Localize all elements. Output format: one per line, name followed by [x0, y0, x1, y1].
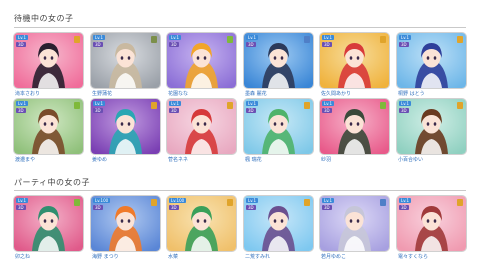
- level-badge: Lv.1: [246, 35, 259, 40]
- girl-name-link[interactable]: 二荒すみれ: [245, 253, 270, 260]
- girl-name-link[interactable]: 佐久間あかり: [321, 90, 351, 97]
- mode-badge: 3D: [16, 42, 26, 47]
- mode-badge: 3D: [399, 108, 409, 113]
- mode-badge: 3D: [93, 42, 103, 47]
- level-badge: Lv.1: [16, 101, 29, 106]
- type-icon: [380, 36, 386, 43]
- level-badge: Lv.1: [322, 35, 335, 40]
- girl-name-link[interactable]: 菅名ネネ: [168, 156, 188, 163]
- mode-badge: 3D: [322, 205, 332, 210]
- girl-name-link[interactable]: 生野蒲花: [92, 90, 112, 97]
- type-icon: [74, 36, 80, 43]
- mode-badge: 3D: [16, 205, 26, 210]
- girl-name-link[interactable]: 楓 瑞花: [245, 156, 262, 163]
- mode-badge: 3D: [93, 108, 103, 113]
- mode-badge: 3D: [322, 42, 332, 47]
- girl-name-link[interactable]: 水菜: [168, 253, 178, 260]
- girl-name-link[interactable]: 桐野 はとう: [398, 90, 425, 97]
- mode-badge: 3D: [169, 108, 179, 113]
- level-badge: Lv.1: [322, 101, 335, 106]
- mode-badge: 3D: [16, 108, 26, 113]
- mode-badge: 3D: [399, 42, 409, 47]
- mode-badge: 3D: [246, 42, 256, 47]
- level-badge: Lv.1: [246, 198, 259, 203]
- girl-card[interactable]: Lv.100 3D: [167, 196, 236, 251]
- girl-card[interactable]: Lv.100 3D: [91, 196, 160, 251]
- girl-card[interactable]: Lv.1 3D: [14, 196, 83, 251]
- girl-card[interactable]: Lv.1 3D: [397, 99, 466, 154]
- type-icon: [74, 102, 80, 109]
- level-badge: Lv.1: [169, 35, 182, 40]
- level-badge: Lv.1: [93, 101, 106, 106]
- party-girls-grid: Lv.1 3D 卯之ね Lv.100 3D 海野 まつり Lv.100 3D 水菜 Lv.1 3D 二…: [14, 196, 466, 262]
- girl-card[interactable]: Lv.1 3D: [244, 99, 313, 154]
- mode-badge: 3D: [169, 42, 179, 47]
- girl-name-link[interactable]: 海野 まつり: [92, 253, 119, 260]
- type-icon: [151, 199, 157, 206]
- mode-badge: 3D: [169, 205, 179, 210]
- type-icon: [74, 199, 80, 206]
- waiting-section-divider: [14, 27, 466, 28]
- level-badge: Lv.1: [399, 198, 412, 203]
- level-badge: Lv.1: [16, 35, 29, 40]
- level-badge: Lv.1: [93, 35, 106, 40]
- girl-name-link[interactable]: 滝本さおり: [15, 90, 40, 97]
- waiting-girls-grid: Lv.1 3D 滝本さおり Lv.1 3D 生野蒲花 Lv.1 3D 花園なな Lv.1 3D 墨森 …: [14, 33, 466, 165]
- party-section-divider: [14, 190, 466, 191]
- party-section-title: パーティ中の女の子: [14, 178, 91, 187]
- girl-card[interactable]: Lv.1 3D: [14, 33, 83, 88]
- type-icon: [457, 199, 463, 206]
- girl-card[interactable]: Lv.1 3D: [167, 33, 236, 88]
- girl-card[interactable]: Lv.1 3D: [397, 196, 466, 251]
- type-icon: [457, 36, 463, 43]
- girl-name-link[interactable]: 小百合ゆい: [398, 156, 423, 163]
- girl-name-link[interactable]: 若月ゆめこ: [321, 253, 346, 260]
- level-badge: Lv.1: [169, 101, 182, 106]
- girl-card[interactable]: Lv.1 3D: [91, 33, 160, 88]
- type-icon: [227, 199, 233, 206]
- type-icon: [227, 102, 233, 109]
- girl-card[interactable]: Lv.1 3D: [167, 99, 236, 154]
- mode-badge: 3D: [322, 108, 332, 113]
- type-icon: [304, 199, 310, 206]
- girl-card[interactable]: Lv.1 3D: [244, 33, 313, 88]
- level-badge: Lv.100: [169, 198, 187, 203]
- waiting-section-title: 待機中の女の子: [14, 14, 74, 23]
- type-icon: [380, 102, 386, 109]
- level-badge: Lv.1: [399, 35, 412, 40]
- girl-card[interactable]: Lv.1 3D: [320, 33, 389, 88]
- girl-card[interactable]: Lv.1 3D: [320, 196, 389, 251]
- girl-card[interactable]: Lv.1 3D: [397, 33, 466, 88]
- girl-name-link[interactable]: 紗羽: [321, 156, 331, 163]
- girl-card[interactable]: Lv.1 3D: [320, 99, 389, 154]
- type-icon: [151, 36, 157, 43]
- type-icon: [151, 102, 157, 109]
- girl-card[interactable]: Lv.1 3D: [91, 99, 160, 154]
- girl-name-link[interactable]: 墨森 麗花: [245, 90, 267, 97]
- level-badge: Lv.1: [16, 198, 29, 203]
- mode-badge: 3D: [246, 205, 256, 210]
- girl-name-link[interactable]: 姜ゆめ: [92, 156, 107, 163]
- level-badge: Lv.100: [93, 198, 111, 203]
- girl-name-link[interactable]: 電々すくなら: [398, 253, 428, 260]
- girl-card[interactable]: Lv.1 3D: [244, 196, 313, 251]
- girl-card[interactable]: Lv.1 3D: [14, 99, 83, 154]
- mode-badge: 3D: [93, 205, 103, 210]
- type-icon: [227, 36, 233, 43]
- type-icon: [304, 102, 310, 109]
- mode-badge: 3D: [399, 205, 409, 210]
- girl-name-link[interactable]: 渡邉まや: [15, 156, 35, 163]
- type-icon: [304, 36, 310, 43]
- level-badge: Lv.1: [399, 101, 412, 106]
- girl-name-link[interactable]: 卯之ね: [15, 253, 30, 260]
- type-icon: [457, 102, 463, 109]
- girl-name-link[interactable]: 花園なな: [168, 90, 188, 97]
- mode-badge: 3D: [246, 108, 256, 113]
- level-badge: Lv.1: [246, 101, 259, 106]
- type-icon: [380, 199, 386, 206]
- level-badge: Lv.1: [322, 198, 335, 203]
